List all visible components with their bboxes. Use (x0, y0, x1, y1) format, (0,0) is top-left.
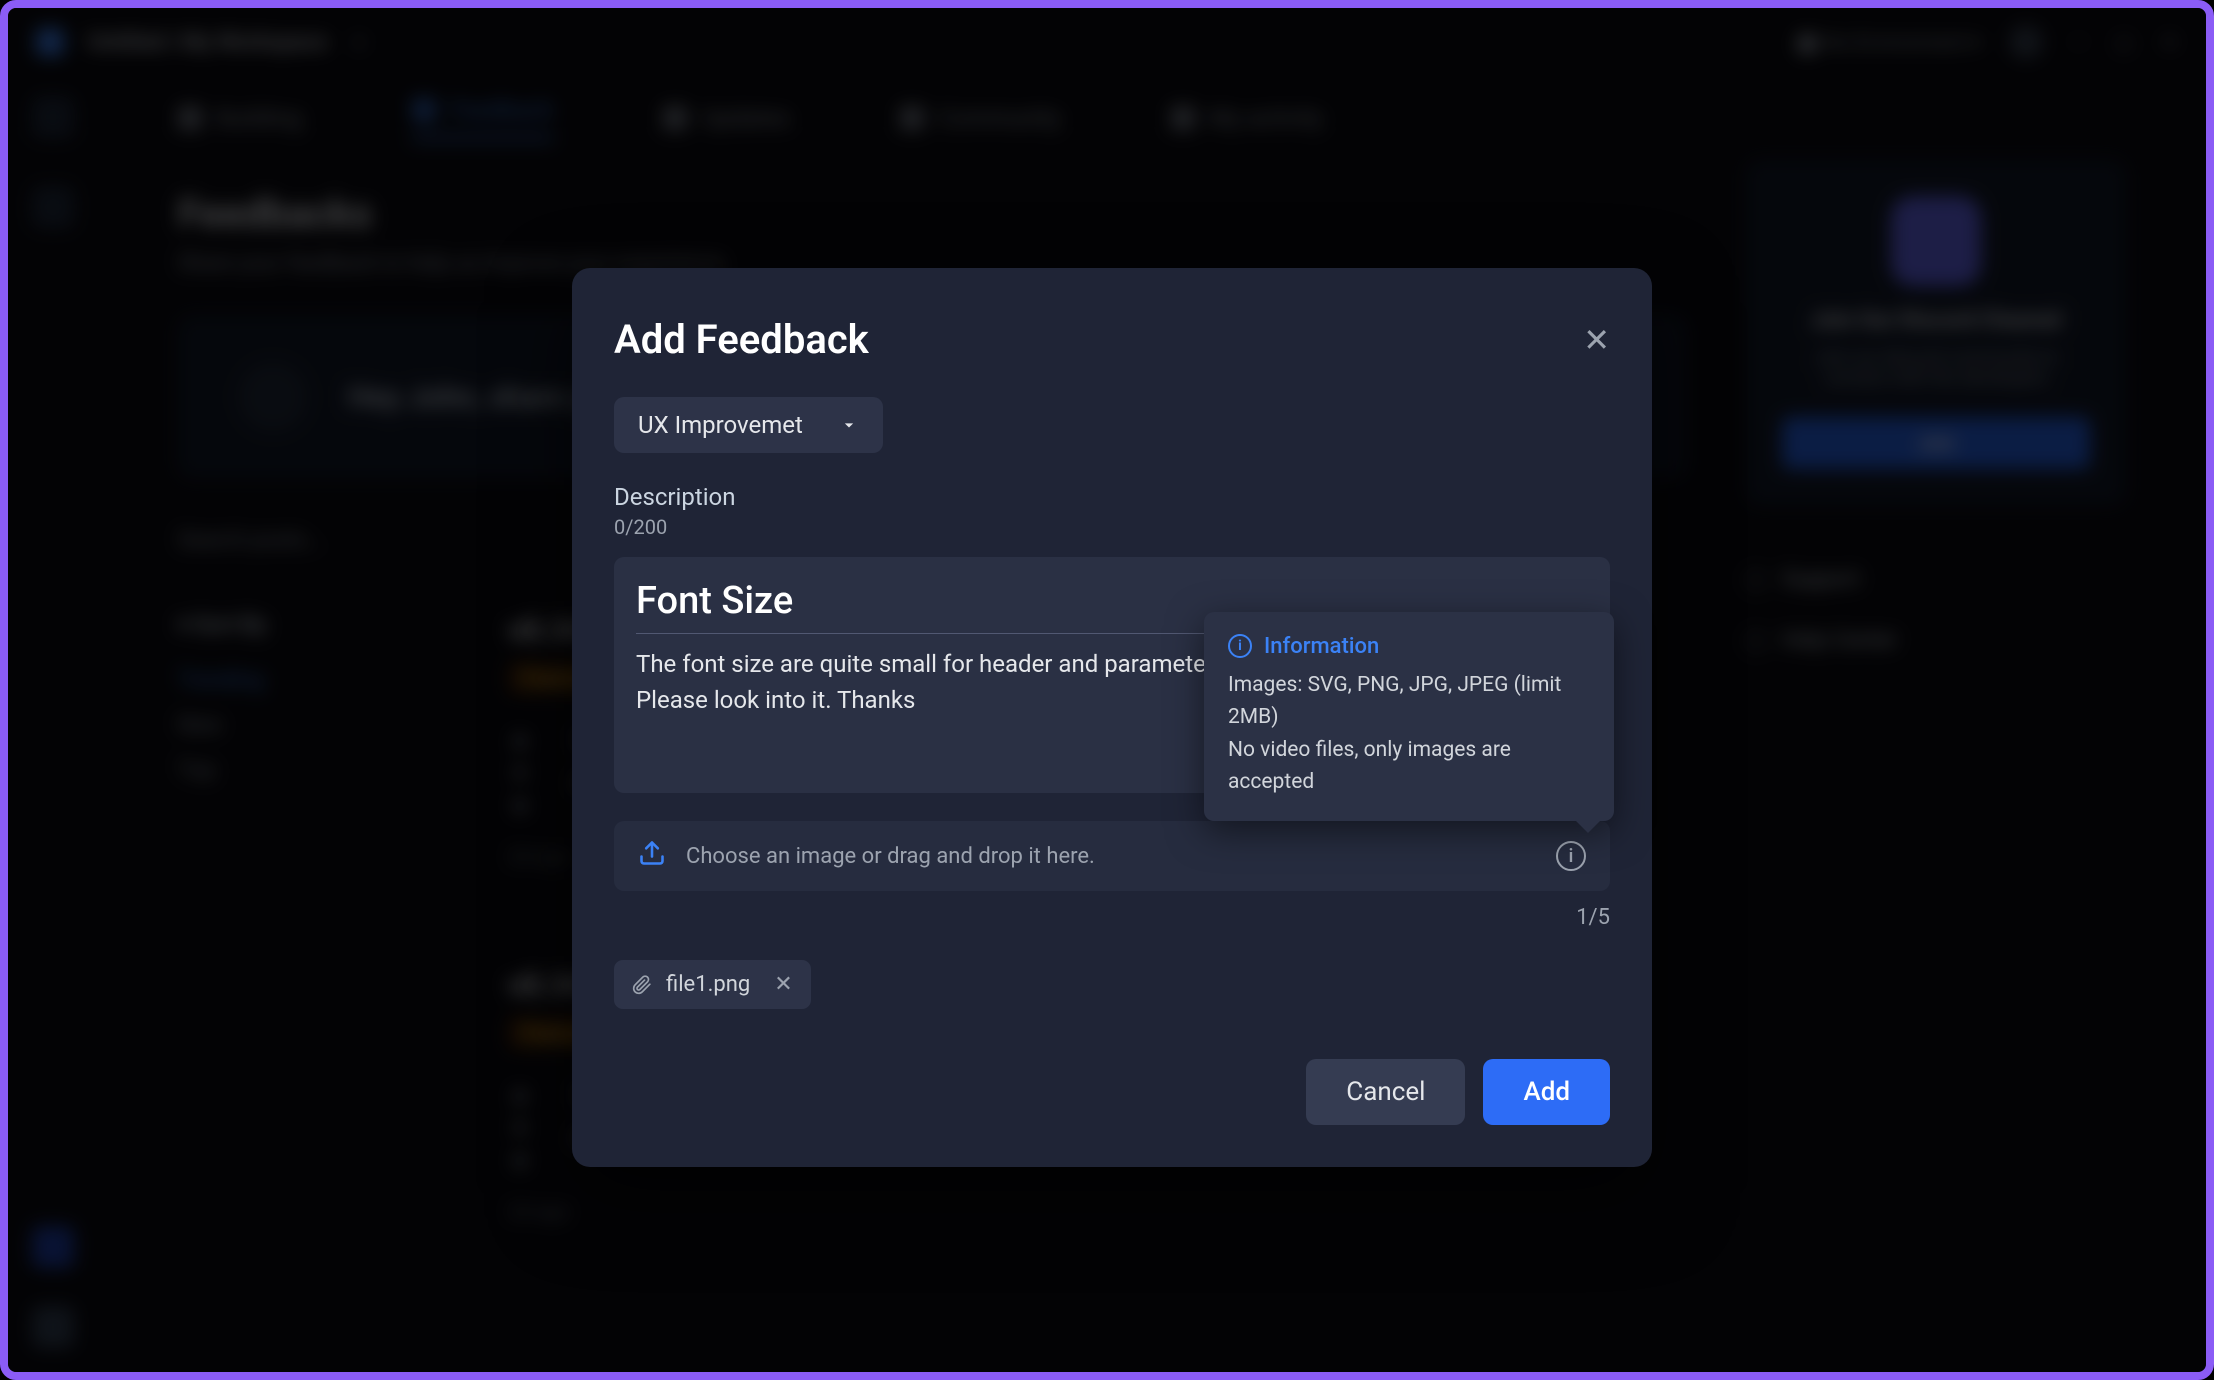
chevron-down-icon (839, 415, 859, 435)
cancel-button[interactable]: Cancel (1306, 1059, 1465, 1125)
file-counter: 1/5 (614, 891, 1610, 930)
modal-title: Add Feedback (614, 316, 869, 363)
description-label: Description (614, 453, 1610, 511)
upload-icon (638, 839, 666, 873)
attachment-chip: file1.png ✕ (614, 960, 811, 1009)
tooltip-title: Information (1264, 634, 1379, 659)
remove-attachment-icon[interactable]: ✕ (764, 972, 792, 997)
category-select[interactable]: UX Improvemet (614, 397, 883, 453)
upload-dropzone[interactable]: Choose an image or drag and drop it here… (614, 821, 1610, 891)
paperclip-icon (632, 975, 652, 995)
description-counter: 0/200 (614, 511, 1610, 539)
info-circle-icon: i (1228, 634, 1252, 658)
info-tooltip: i Information Images: SVG, PNG, JPG, JPE… (1204, 612, 1614, 821)
add-button[interactable]: Add (1483, 1059, 1610, 1125)
attachment-filename: file1.png (666, 972, 750, 997)
tooltip-line-2: No video files, only images are accepted (1228, 734, 1590, 799)
close-icon[interactable]: ✕ (1583, 324, 1610, 356)
upload-hint-text: Choose an image or drag and drop it here… (686, 844, 1095, 869)
add-feedback-modal: Add Feedback ✕ UX Improvemet Description… (572, 268, 1652, 1167)
category-selected-label: UX Improvemet (638, 411, 803, 439)
info-icon[interactable]: i (1556, 841, 1586, 871)
tooltip-line-1: Images: SVG, PNG, JPG, JPEG (limit 2MB) (1228, 669, 1590, 734)
